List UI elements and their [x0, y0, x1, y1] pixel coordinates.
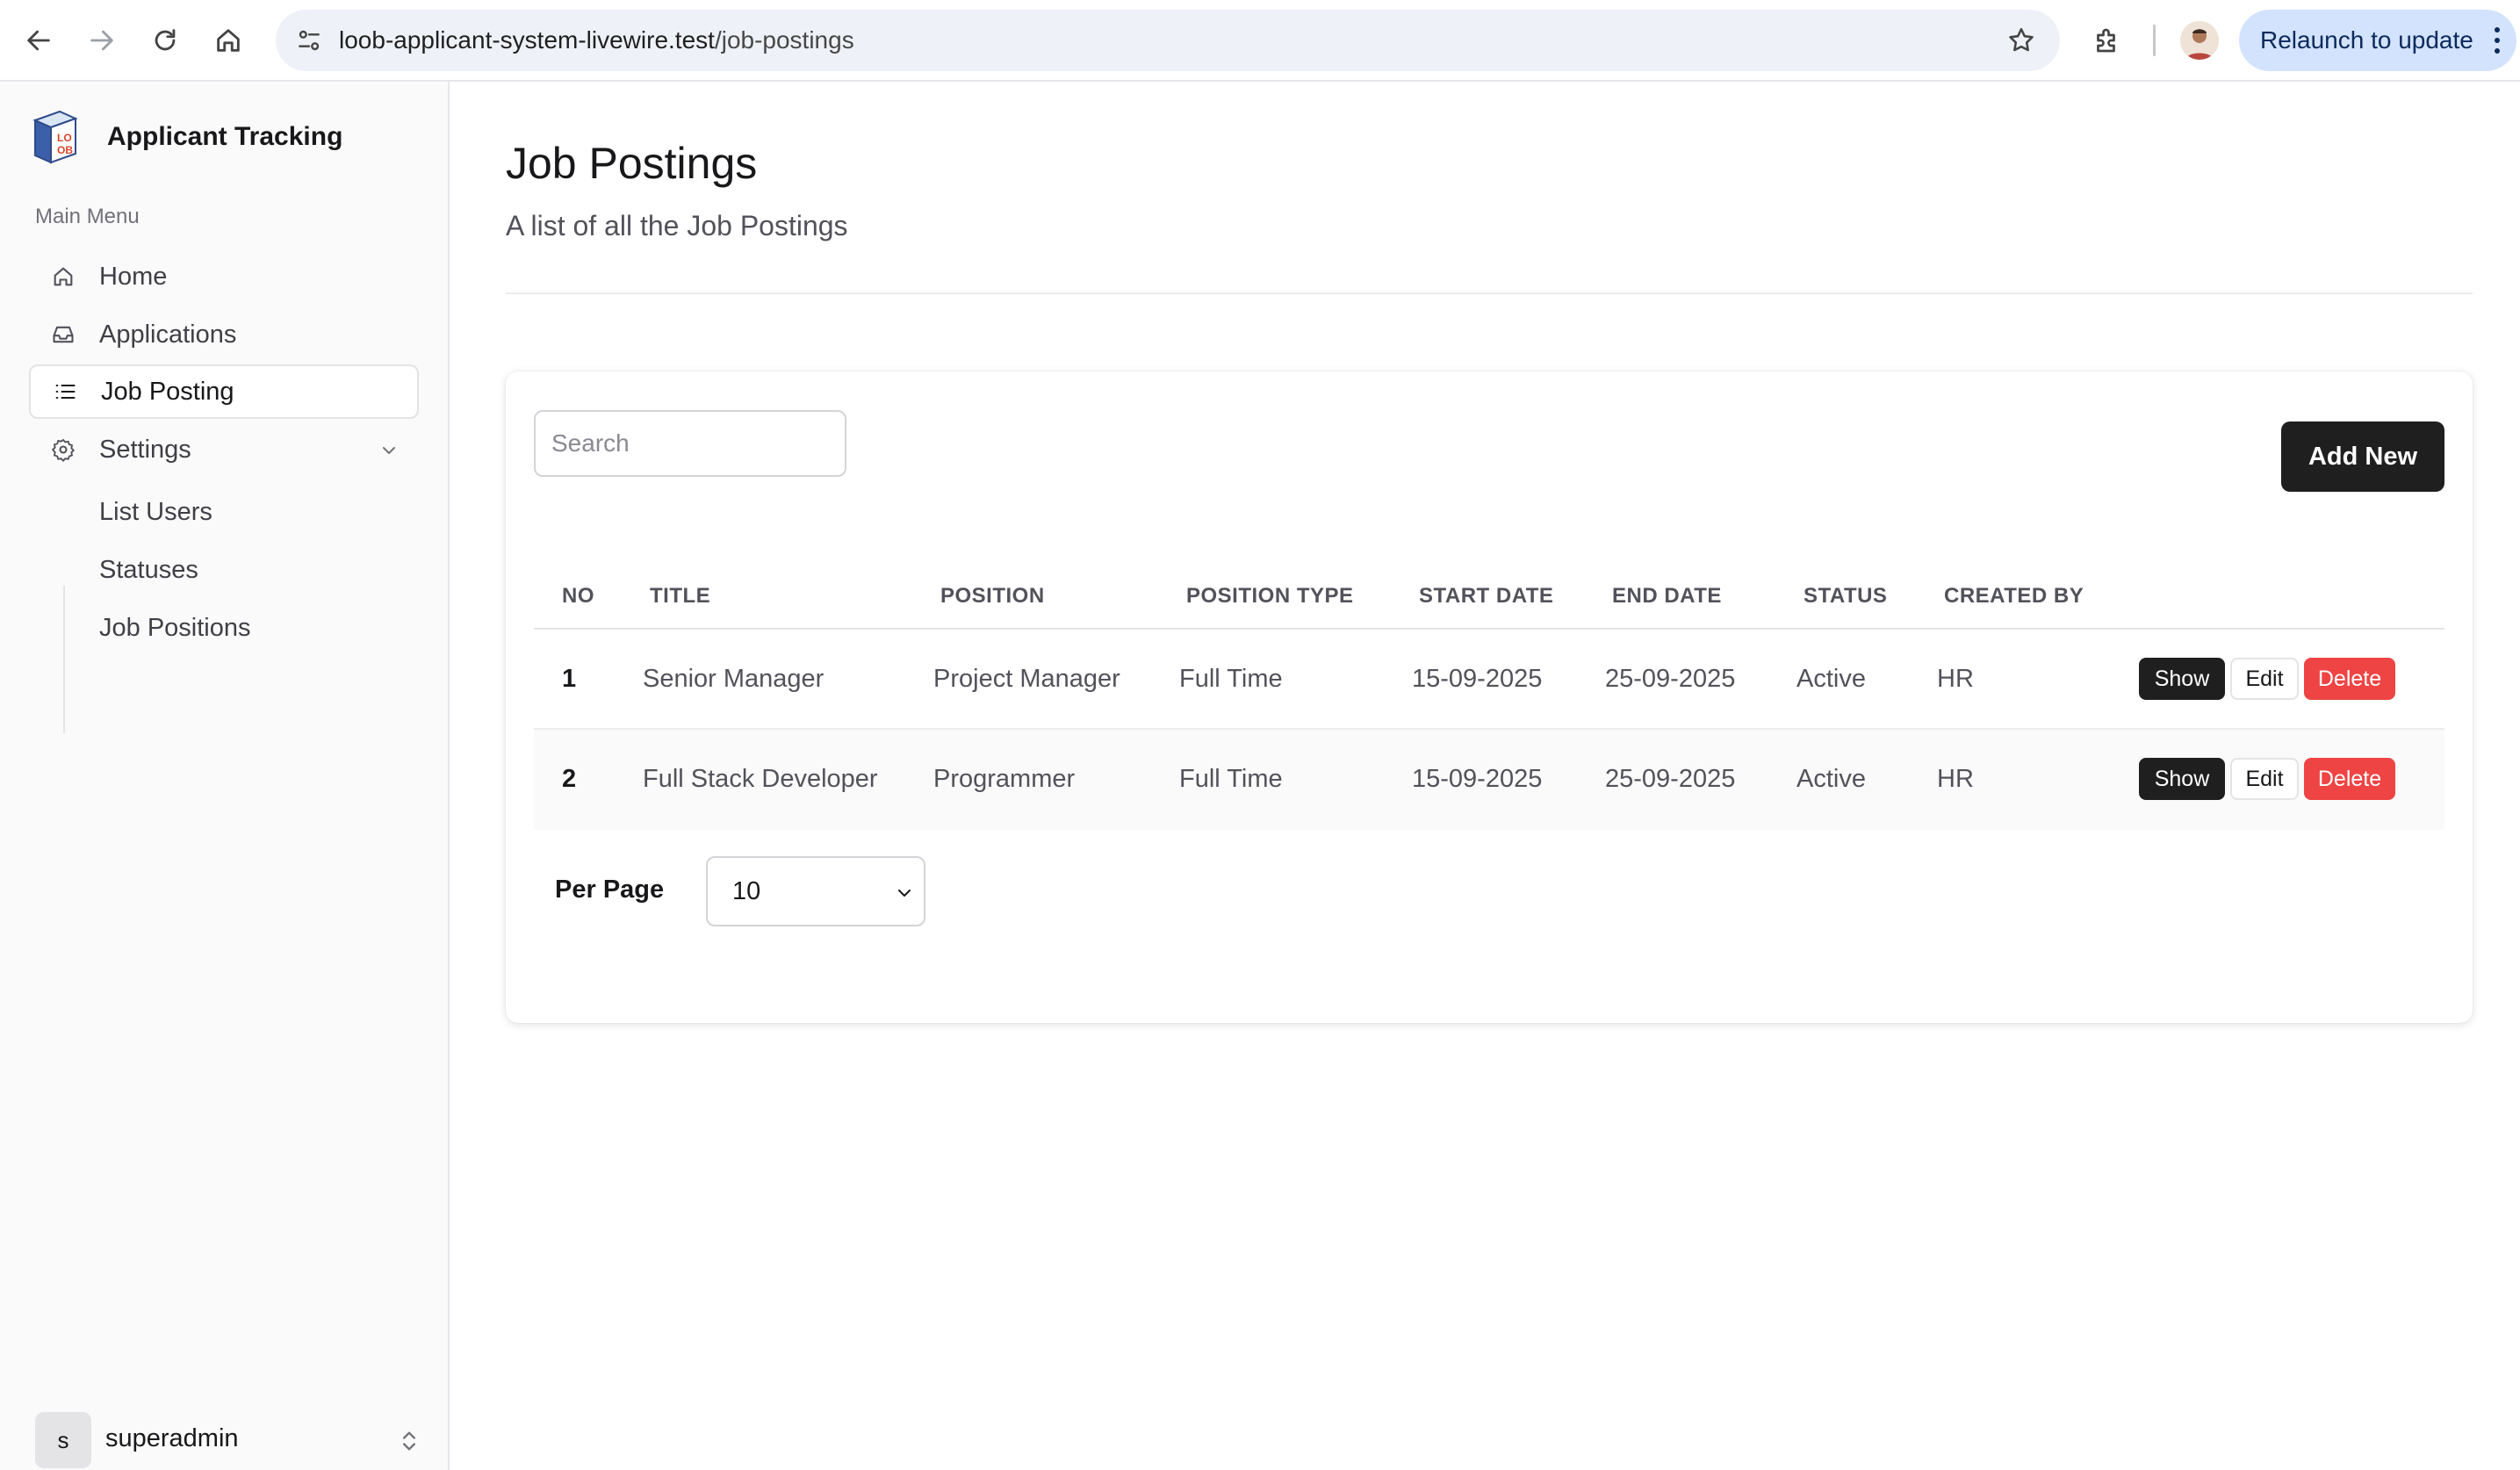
main-content: Job Postings A list of all the Job Posti… [450, 82, 2520, 1470]
arrow-left-icon [27, 30, 50, 51]
table-row: 1 Senior Manager Project Manager Full Ti… [534, 630, 2444, 730]
sidebar-item-label: Home [99, 262, 168, 291]
sidebar-item-label: Settings [99, 435, 191, 464]
cell-position-type: Full Time [1179, 665, 1283, 693]
cell-created-by: HR [1937, 665, 1974, 693]
gear-icon [50, 436, 76, 463]
relaunch-button[interactable]: Relaunch to update [2239, 10, 2516, 71]
user-menu[interactable]: s superadmin [35, 1412, 421, 1470]
submenu-rail [63, 586, 65, 733]
home-icon [50, 263, 76, 290]
chevron-up-down-icon [403, 1431, 415, 1451]
sidebar-item-settings[interactable]: Settings [29, 422, 419, 477]
svg-text:LO: LO [57, 132, 72, 144]
home-browser-button[interactable] [204, 16, 253, 65]
sidebar-item-list-users[interactable]: List Users [99, 498, 212, 527]
column-header-created-by[interactable]: CREATED BY [1944, 584, 2084, 609]
add-new-button[interactable]: Add New [2281, 422, 2444, 492]
sidebar-item-label: Job Posting [101, 377, 234, 406]
table-row: 2 Full Stack Developer Programmer Full T… [534, 730, 2444, 830]
sidebar-item-label: Applications [99, 320, 237, 349]
user-name: superadmin [105, 1424, 239, 1452]
sidebar-item-statuses[interactable]: Statuses [99, 556, 198, 585]
brand[interactable]: LO OB Applicant Tracking [30, 108, 342, 166]
avatar: s [35, 1412, 91, 1468]
cell-status: Active [1796, 765, 1866, 793]
column-header-no[interactable]: NO [562, 584, 594, 609]
chevron-down-icon [898, 890, 911, 897]
column-header-status[interactable]: STATUS [1804, 584, 1887, 609]
table-header: NO TITLE POSITION POSITION TYPE START DA… [534, 565, 2444, 630]
show-button[interactable]: Show [2139, 658, 2225, 700]
column-header-position-type[interactable]: POSITION TYPE [1186, 584, 1354, 609]
list-icon [52, 378, 78, 405]
toolbar-separator [2153, 25, 2156, 56]
reload-button[interactable] [140, 16, 190, 65]
svg-text:OB: OB [57, 144, 73, 156]
sidebar: LO OB Applicant Tracking Main Menu Home … [0, 82, 450, 1470]
loob-logo-icon: LO OB [32, 110, 78, 164]
relaunch-label: Relaunch to update [2260, 26, 2473, 54]
brand-name: Applicant Tracking [107, 122, 343, 151]
search-input[interactable] [534, 410, 846, 477]
column-header-position[interactable]: POSITION [940, 584, 1045, 609]
header-divider [506, 292, 2473, 294]
cell-status: Active [1796, 665, 1866, 693]
menu-heading: Main Menu [35, 205, 140, 228]
chevron-down-icon [383, 447, 395, 454]
site-info-icon[interactable] [293, 25, 325, 56]
cell-created-by: HR [1937, 765, 1974, 793]
house-icon [217, 29, 240, 52]
delete-button[interactable]: Delete [2304, 758, 2395, 800]
address-bar[interactable]: loob-applicant-system-livewire.test/job-… [276, 10, 2060, 71]
delete-button[interactable]: Delete [2304, 658, 2395, 700]
cell-position-type: Full Time [1179, 765, 1283, 793]
job-postings-table: NO TITLE POSITION POSITION TYPE START DA… [534, 565, 2444, 830]
cell-position: Programmer [933, 765, 1076, 793]
browser-toolbar: loob-applicant-system-livewire.test/job-… [0, 0, 2520, 82]
cell-title: Senior Manager [643, 665, 824, 693]
sidebar-item-job-posting[interactable]: Job Posting [29, 364, 419, 419]
column-header-end-date[interactable]: END DATE [1612, 584, 1722, 609]
edit-button[interactable]: Edit [2230, 658, 2299, 700]
per-page-select[interactable]: 10 [706, 856, 925, 926]
url-path: /job-postings [714, 26, 854, 54]
show-button[interactable]: Show [2139, 758, 2225, 800]
profile-avatar[interactable] [2180, 21, 2219, 60]
page-title: Job Postings [506, 139, 758, 188]
cell-end-date: 25-09-2025 [1605, 765, 1736, 793]
url-text[interactable]: loob-applicant-system-livewire.test/job-… [339, 10, 854, 71]
column-header-title[interactable]: TITLE [650, 584, 710, 609]
sidebar-item-job-positions[interactable]: Job Positions [99, 614, 251, 643]
reload-icon [155, 29, 176, 51]
cell-start-date: 15-09-2025 [1412, 765, 1543, 793]
cell-position: Project Manager [933, 665, 1120, 693]
cell-start-date: 15-09-2025 [1412, 665, 1543, 693]
bookmark-star-icon[interactable] [2002, 21, 2041, 60]
sidebar-item-applications[interactable]: Applications [29, 307, 419, 362]
per-page-label: Per Page [555, 876, 665, 904]
edit-button[interactable]: Edit [2230, 758, 2299, 800]
cell-no: 2 [562, 765, 577, 793]
page-subtitle: A list of all the Job Postings [506, 210, 848, 241]
url-host: loob-applicant-system-livewire.test [339, 26, 715, 54]
more-vert-icon[interactable] [2494, 27, 2501, 54]
arrow-right-icon [90, 30, 113, 51]
per-page-value: 10 [732, 877, 761, 905]
cell-no: 1 [562, 665, 577, 693]
inbox-icon [50, 321, 76, 348]
sidebar-item-home[interactable]: Home [29, 249, 419, 304]
cell-end-date: 25-09-2025 [1605, 665, 1736, 693]
cell-title: Full Stack Developer [643, 765, 878, 793]
extensions-puzzle-icon[interactable] [2084, 18, 2130, 63]
back-button[interactable] [14, 16, 63, 65]
forward-button[interactable] [77, 16, 126, 65]
job-postings-card: Add New NO TITLE POSITION POSITION TYPE … [506, 371, 2473, 1023]
column-header-start-date[interactable]: START DATE [1419, 584, 1553, 609]
